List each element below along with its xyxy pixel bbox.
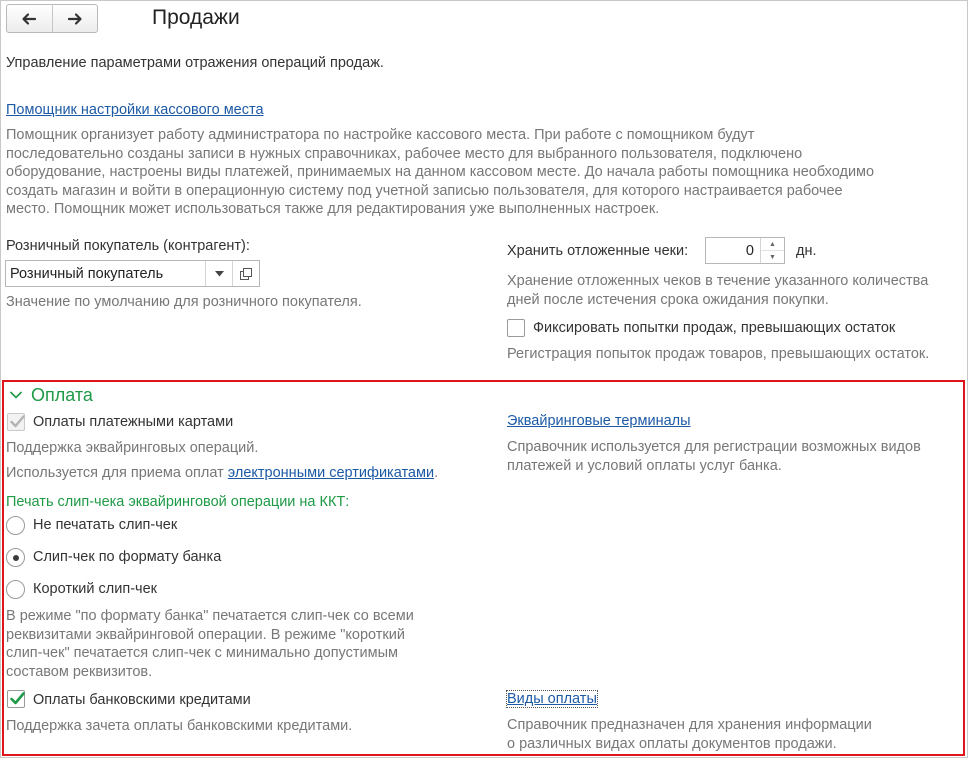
assistant-text-line: оборудование, настроены виды платежей, п… <box>6 164 875 181</box>
fix-attempts-hint: Регистрация попыток продаж товаров, прев… <box>507 346 930 362</box>
deferred-checks-days-value[interactable]: 0 <box>706 238 760 263</box>
bank-credits-checkbox[interactable] <box>7 690 25 708</box>
radio-selected-dot <box>13 555 19 561</box>
slip-check-hint-line: В режиме "по формату банка" печатается с… <box>6 608 414 624</box>
chevron-down-icon[interactable] <box>9 390 23 400</box>
arrow-right-icon <box>67 12 82 25</box>
fix-attempts-label[interactable]: Фиксировать попытки продаж, превышающих … <box>533 320 895 336</box>
spin-up-icon[interactable]: ▲ <box>761 238 784 251</box>
days-unit-label: дн. <box>796 243 817 259</box>
assistant-text-line: Помощник организует работу администратор… <box>6 127 755 143</box>
acquiring-terminals-hint: Справочник используется для регистрации … <box>507 438 962 475</box>
spin-buttons: ▲ ▼ <box>760 238 784 263</box>
open-button[interactable] <box>232 261 259 286</box>
payment-types-link[interactable]: Виды оплаты <box>506 690 598 708</box>
checkmark-icon <box>10 692 25 705</box>
acquiring-terminals-link[interactable]: Эквайринговые терминалы <box>507 413 691 429</box>
card-payments-usage-prefix: Используется для приема оплат <box>6 465 228 481</box>
deferred-checks-hint-line: Хранение отложенных чеков в течение указ… <box>507 273 929 289</box>
slip-check-hint-line: реквизитами эквайринговой операции. В ре… <box>6 626 405 643</box>
retail-buyer-field[interactable]: Розничный покупатель <box>5 260 260 287</box>
page-description: Управление параметрами отражения операци… <box>6 55 384 71</box>
bank-credits-label[interactable]: Оплаты банковскими кредитами <box>33 692 251 708</box>
slip-option-label[interactable]: Короткий слип-чек <box>33 581 157 597</box>
card-payments-label[interactable]: Оплаты платежными картами <box>33 414 233 430</box>
back-button[interactable] <box>7 5 52 32</box>
payment-group-title[interactable]: Оплата <box>31 385 93 406</box>
slip-check-label: Печать слип-чека эквайринговой операции … <box>6 494 350 510</box>
open-window-icon <box>240 267 252 280</box>
dropdown-button[interactable] <box>205 261 232 286</box>
card-payments-usage-suffix: . <box>434 465 439 481</box>
retail-buyer-hint: Значение по умолчанию для розничного пок… <box>6 294 362 310</box>
acquiring-terminals-hint-line: платежей и условий оплаты услуг банка. <box>507 457 782 474</box>
slip-check-hint: В режиме "по формату банка" печатается с… <box>6 607 486 681</box>
deferred-checks-label: Хранить отложенные чеки: <box>507 243 689 259</box>
checkmark-icon <box>10 415 25 428</box>
deferred-checks-hint: Хранение отложенных чеков в течение указ… <box>507 272 962 309</box>
spin-down-icon[interactable]: ▼ <box>761 251 784 263</box>
navigation-buttons <box>6 4 98 33</box>
assistant-description: Помощник организует работу администратор… <box>6 126 956 219</box>
slip-option-label[interactable]: Не печатать слип-чек <box>33 517 177 533</box>
arrow-left-icon <box>22 12 37 25</box>
assistant-text-line: создать магазин и войти в операционную с… <box>6 182 843 199</box>
chevron-down-icon <box>214 270 224 276</box>
card-payments-hint: Поддержка эквайринговых операций. <box>6 440 259 456</box>
slip-check-hint-line: слип-чек" печатается слип-чек с минималь… <box>6 645 398 662</box>
payment-types-hint-line: о различных видах оплаты документов прод… <box>507 735 837 752</box>
fix-attempts-checkbox[interactable] <box>507 319 525 337</box>
retail-buyer-label: Розничный покупатель (контрагент): <box>6 238 250 254</box>
slip-check-hint-line: составом реквизитов. <box>6 663 153 680</box>
slip-option-radio[interactable] <box>6 548 25 567</box>
acquiring-terminals-hint-line: Справочник используется для регистрации … <box>507 439 921 455</box>
deferred-checks-days-input[interactable]: 0 ▲ ▼ <box>705 237 785 264</box>
slip-option-radio[interactable] <box>6 516 25 535</box>
deferred-checks-hint-line: дней после истечения срока ожидания поку… <box>507 291 829 308</box>
retail-buyer-value[interactable]: Розничный покупатель <box>6 261 205 286</box>
forward-button[interactable] <box>51 5 98 32</box>
bank-credits-hint: Поддержка зачета оплаты банковскими кред… <box>6 718 353 734</box>
assistant-link[interactable]: Помощник настройки кассового места <box>6 102 264 118</box>
card-payments-checkbox[interactable] <box>7 413 25 431</box>
assistant-text-line: место. Помощник может использоваться так… <box>6 201 660 218</box>
slip-option-label[interactable]: Слип-чек по формату банка <box>33 549 221 565</box>
slip-option-radio[interactable] <box>6 580 25 599</box>
card-payments-usage: Используется для приема оплат электронны… <box>6 465 438 481</box>
payment-types-hint-line: Справочник предназначен для хранения инф… <box>507 717 872 733</box>
assistant-text-line: последовательно созданы записи в нужных … <box>6 145 803 162</box>
payment-types-hint: Справочник предназначен для хранения инф… <box>507 716 962 753</box>
electronic-certificates-link[interactable]: электронными сертификатами <box>228 465 434 481</box>
page-title: Продажи <box>152 6 240 29</box>
